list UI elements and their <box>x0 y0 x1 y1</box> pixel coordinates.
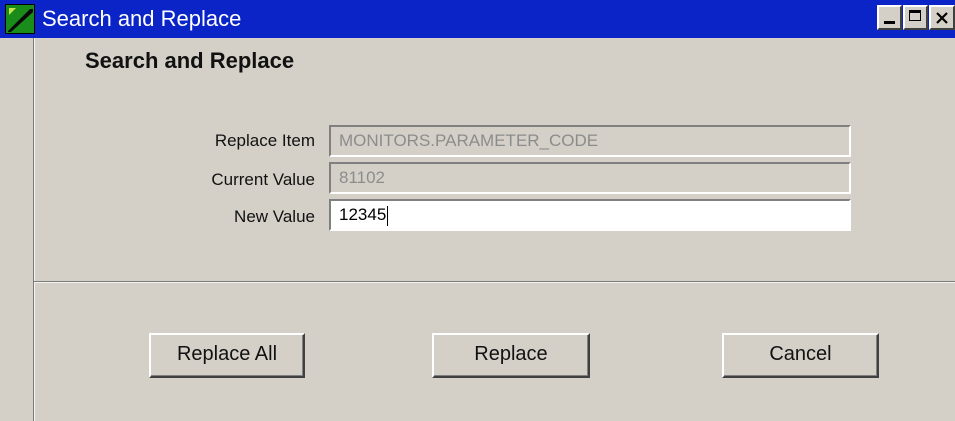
minimize-icon[interactable] <box>877 5 902 30</box>
maximize-icon[interactable] <box>903 5 928 30</box>
cancel-button[interactable]: Cancel <box>722 333 879 378</box>
close-icon[interactable] <box>929 5 955 30</box>
left-frame-highlight <box>34 38 35 421</box>
new-value-input[interactable]: 12345 <box>329 199 851 231</box>
window-title: Search and Replace <box>42 6 242 31</box>
dialog-heading: Search and Replace <box>85 48 295 73</box>
search-replace-window: Search and Replace Search and Replace Re… <box>0 0 955 421</box>
divider-highlight <box>34 282 955 283</box>
current-value-label: Current Value <box>211 170 315 189</box>
new-value-label: New Value <box>234 207 315 226</box>
text-caret <box>387 205 389 226</box>
title-bar[interactable]: Search and Replace <box>0 0 955 38</box>
current-value-field[interactable]: 81102 <box>329 162 851 194</box>
replace-all-button[interactable]: Replace All <box>149 333 305 378</box>
app-logo-icon[interactable] <box>5 4 35 34</box>
replace-button[interactable]: Replace <box>432 333 590 378</box>
new-value-text: 12345 <box>339 205 387 224</box>
replace-item-label: Replace Item <box>214 131 315 150</box>
replace-item-field[interactable]: MONITORS.PARAMETER_CODE <box>329 125 851 157</box>
